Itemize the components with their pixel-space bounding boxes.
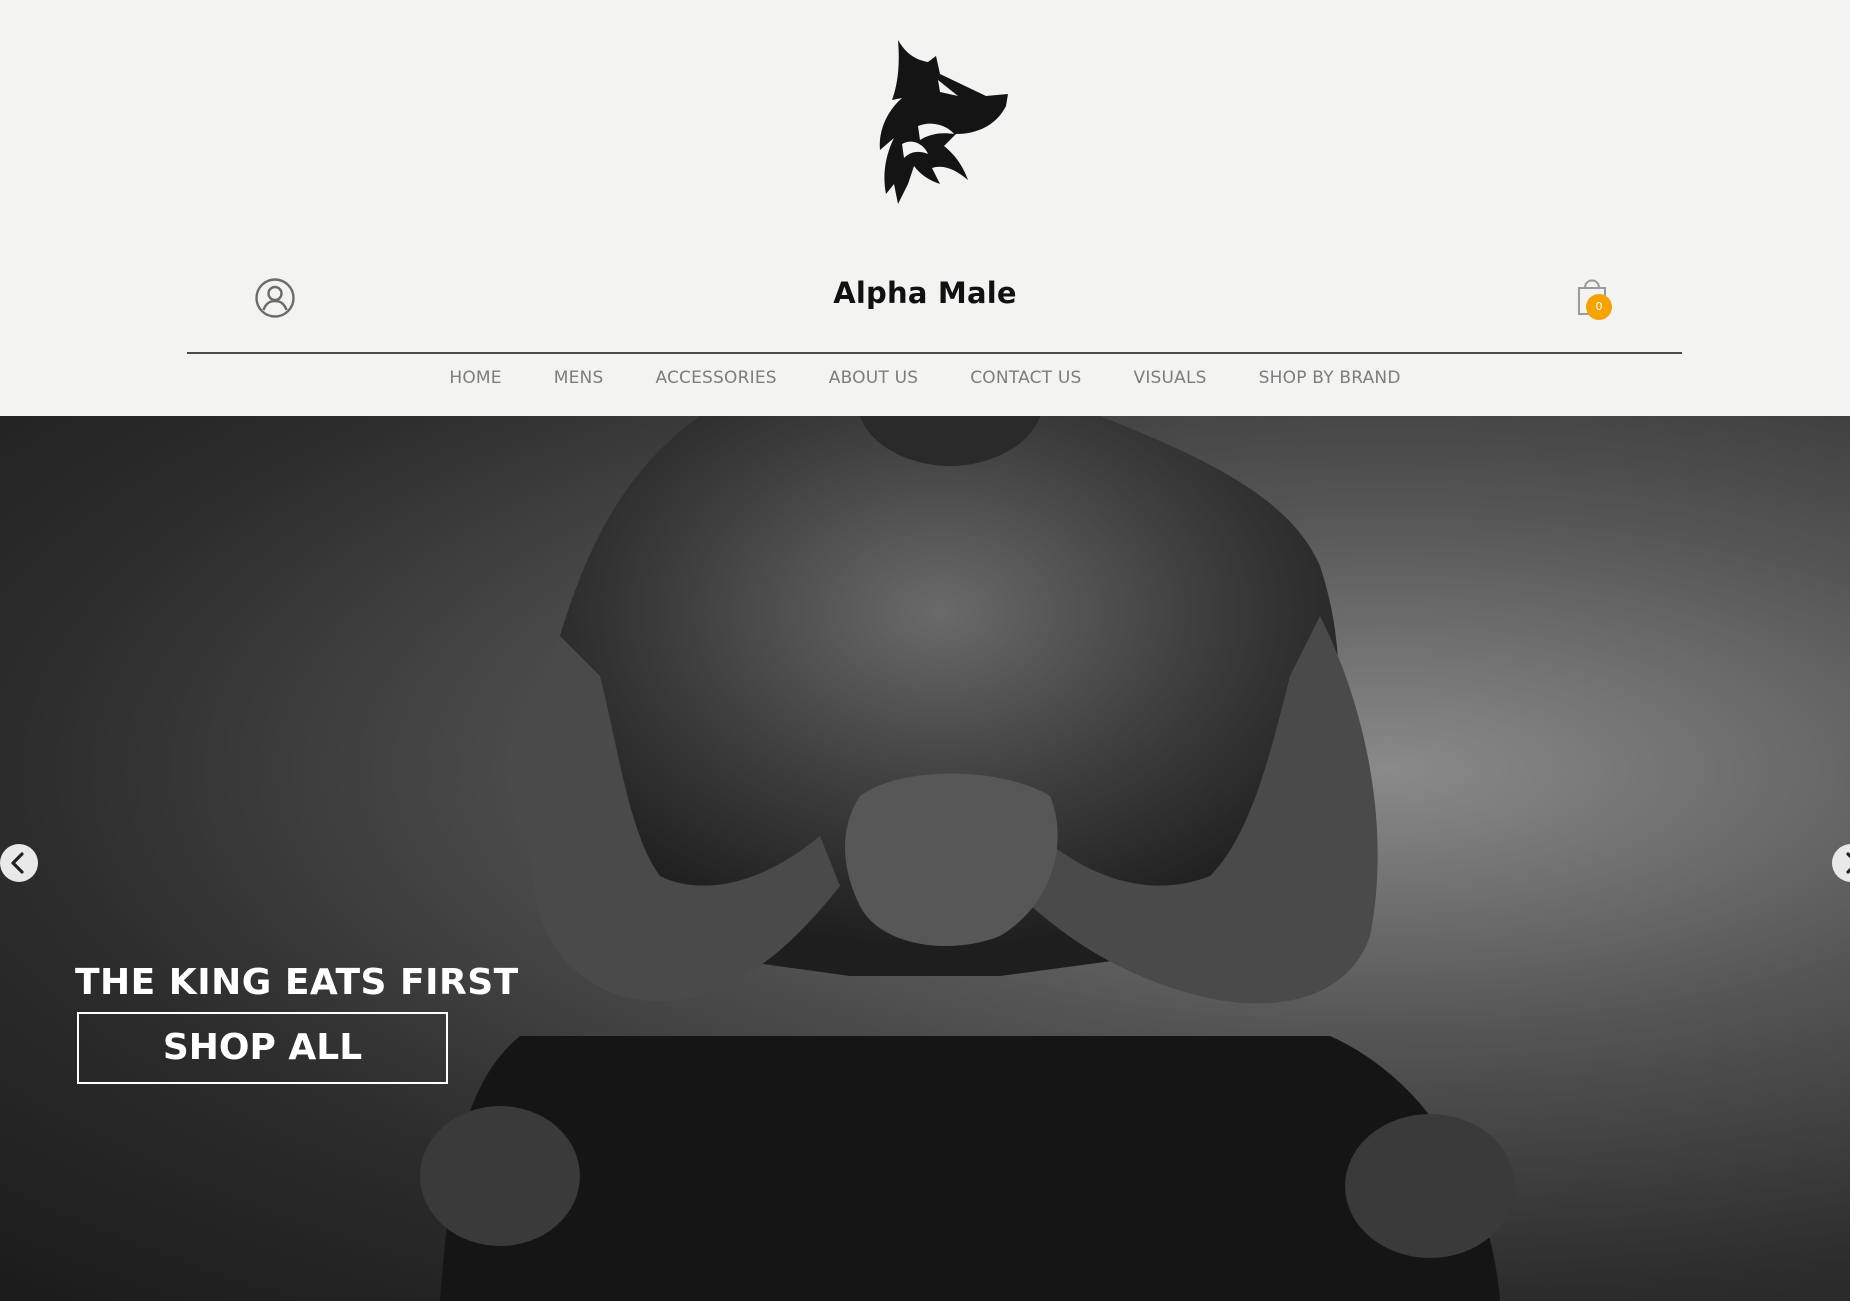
slide-prev-button[interactable] xyxy=(0,844,38,882)
wolf-logo-icon[interactable] xyxy=(836,34,1026,226)
header-divider xyxy=(187,352,1682,354)
chevron-left-icon xyxy=(11,852,24,874)
slide-next-button[interactable] xyxy=(1832,844,1850,882)
hero-headline: THE KING EATS FIRST xyxy=(75,962,519,1003)
site-header: Alpha Male 0 HOME MENS ACCESSORIES ABOUT… xyxy=(0,0,1850,416)
nav-item-shop-by-brand[interactable]: SHOP BY BRAND xyxy=(1233,368,1427,388)
chevron-right-icon xyxy=(1846,852,1850,874)
nav-item-about-us[interactable]: ABOUT US xyxy=(803,368,944,388)
nav-item-home[interactable]: HOME xyxy=(423,368,527,388)
hero-image xyxy=(420,416,1515,1301)
hero-slideshow: THE KING EATS FIRST SHOP ALL xyxy=(0,416,1850,1301)
shop-all-button[interactable]: SHOP ALL xyxy=(77,1012,448,1084)
nav-item-accessories[interactable]: ACCESSORIES xyxy=(629,368,802,388)
cart-count-badge[interactable]: 0 xyxy=(1586,294,1612,320)
nav-item-visuals[interactable]: VISUALS xyxy=(1108,368,1233,388)
site-title[interactable]: Alpha Male xyxy=(0,276,1850,310)
nav-item-mens[interactable]: MENS xyxy=(528,368,630,388)
nav-item-contact-us[interactable]: CONTACT US xyxy=(944,368,1107,388)
main-nav: HOME MENS ACCESSORIES ABOUT US CONTACT U… xyxy=(0,368,1850,388)
